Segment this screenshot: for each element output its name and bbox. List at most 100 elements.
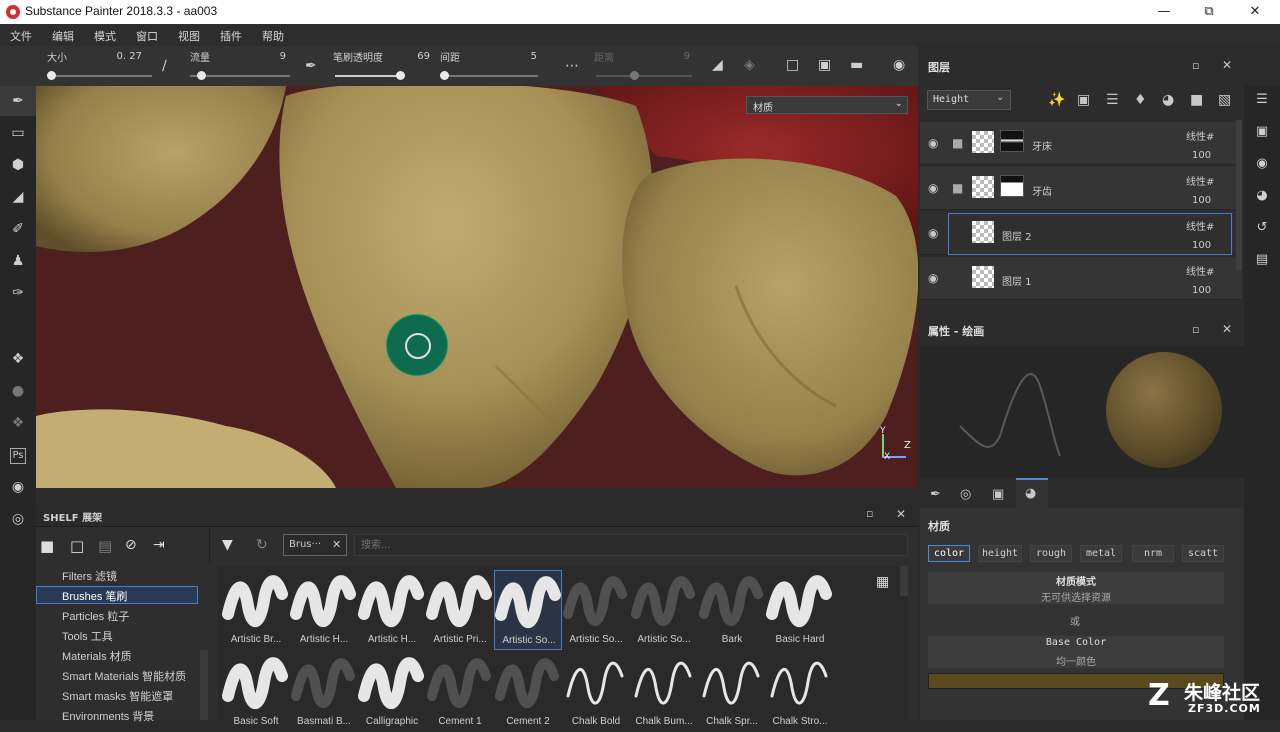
channel-toggle-color[interactable]: color <box>928 545 970 562</box>
visibility-eye-icon[interactable]: ◉ <box>928 226 938 240</box>
bell-icon[interactable]: ● <box>8 381 28 401</box>
texture-set-icon[interactable]: ▣ <box>1254 124 1270 140</box>
size-slider-knob[interactable] <box>47 71 56 80</box>
eraser-icon[interactable]: ▭ <box>8 123 28 143</box>
channel-toggle-height[interactable]: height <box>978 545 1022 562</box>
pen-pressure-icon[interactable]: ∕ <box>162 58 167 74</box>
layer-opacity[interactable]: 100 <box>1192 240 1211 251</box>
brush-preset-item[interactable]: Chalk Stro... <box>766 652 834 732</box>
channel-toggle-metal[interactable]: metal <box>1080 545 1122 562</box>
spacing-value[interactable]: 5 <box>505 51 537 62</box>
brush-preset-item[interactable]: Chalk Bold <box>562 652 630 732</box>
flow-slider-knob[interactable] <box>197 71 206 80</box>
shelf-category-tools[interactable]: Tools 工具 <box>62 628 113 644</box>
properties-undock-icon[interactable]: ▫ <box>1192 323 1199 336</box>
log-icon[interactable]: ▤ <box>1254 252 1270 268</box>
layers-scrollbar[interactable] <box>1236 120 1242 270</box>
layer-row[interactable]: ◉ ■ 牙床 线性# 100 <box>920 122 1242 165</box>
brush-preset-item[interactable]: Basmati B... <box>290 652 358 732</box>
material-display-select[interactable]: 材质 ⌄ <box>746 96 908 114</box>
properties-close-icon[interactable]: ✕ <box>1222 322 1232 336</box>
add-effect-icon[interactable]: ✨ <box>1048 92 1065 108</box>
cube-view-icon[interactable]: ▣ <box>818 57 831 73</box>
brush-preset-item[interactable]: Artistic H... <box>358 570 426 650</box>
close-icon[interactable]: ✕ <box>1245 3 1265 21</box>
menu-plugins[interactable]: 插件 <box>220 28 242 44</box>
polygon-fill-icon[interactable]: ◢ <box>8 187 28 207</box>
layer-row-selected[interactable]: ◉ 图层 2 线性# 100 <box>920 212 1242 255</box>
projection-icon[interactable]: ⬢ <box>8 155 28 175</box>
restore-icon[interactable]: ⧉ <box>1199 3 1219 21</box>
brush-preset-item[interactable]: Bark <box>698 570 766 650</box>
add-paint-layer-icon[interactable]: ♦ <box>1134 92 1147 108</box>
brush-properties-icon[interactable]: ✒ <box>930 487 941 502</box>
brush-opacity-icon[interactable]: ✒ <box>305 58 317 74</box>
category-scrollbar[interactable] <box>200 650 208 720</box>
layer-row[interactable]: ◉ 图层 1 线性# 100 <box>920 257 1242 300</box>
shelf-category-materials[interactable]: Materials 材质 <box>62 648 132 664</box>
shelf-category-brushes[interactable]: Brushes 笔刷 <box>62 588 127 604</box>
display-settings-icon[interactable]: ◉ <box>1254 156 1270 172</box>
stroke-opacity-slider-knob[interactable] <box>396 71 405 80</box>
menu-file[interactable]: 文件 <box>10 28 32 44</box>
camera-mode-icon[interactable]: □ <box>786 57 799 73</box>
video-camera-icon[interactable]: ▬ <box>850 57 863 73</box>
menu-window[interactable]: 窗口 <box>136 28 158 44</box>
visibility-eye-icon[interactable]: ◉ <box>928 181 938 195</box>
visibility-eye-icon[interactable]: ◉ <box>928 136 938 150</box>
delete-layer-icon[interactable]: ▧ <box>1218 92 1231 108</box>
symmetry-icon[interactable]: ◢ <box>712 57 723 73</box>
alpha-icon[interactable]: ◎ <box>960 487 971 502</box>
channel-toggle-rough[interactable]: rough <box>1030 545 1072 562</box>
photoshop-icon[interactable]: Ps <box>10 448 26 464</box>
channel-toggle-nrm[interactable]: nrm <box>1132 545 1174 562</box>
layers-undock-icon[interactable]: ▫ <box>1192 59 1199 72</box>
size-slider-track[interactable] <box>50 75 152 77</box>
clone-stamp-icon[interactable]: ♟ <box>8 251 28 271</box>
blend-mode[interactable]: 线性# <box>1186 173 1214 188</box>
add-fill-layer-icon[interactable]: ☰ <box>1106 92 1119 108</box>
undock-icon[interactable]: ▫ <box>866 507 873 520</box>
size-value[interactable]: 0. 27 <box>100 51 142 62</box>
grid-view-icon[interactable]: ▦ <box>876 574 889 590</box>
spacing-slider-track[interactable] <box>442 75 538 77</box>
layer-opacity[interactable]: 100 <box>1192 150 1211 161</box>
channel-toggle-scatt[interactable]: scatt <box>1182 545 1224 562</box>
brush-preset-item[interactable]: Artistic So... <box>562 570 630 650</box>
smudge-icon[interactable]: ✐ <box>8 219 28 239</box>
shelf-category-environments[interactable]: Environments 背景 <box>62 708 154 724</box>
filter-icon[interactable]: ▼ <box>222 537 233 553</box>
base-color-box[interactable]: Base Color 均一颜色 <box>928 636 1224 668</box>
material-tab[interactable]: ◕ <box>1016 478 1048 508</box>
menu-help[interactable]: 帮助 <box>262 28 284 44</box>
shelf-category-filters[interactable]: Filters 滤镜 <box>62 568 117 584</box>
layer-opacity[interactable]: 100 <box>1192 195 1211 206</box>
add-mask-icon[interactable]: ▣ <box>1077 92 1090 108</box>
resource-updater-icon[interactable]: ◉ <box>8 477 28 497</box>
brush-preset-item[interactable]: Chalk Spr... <box>698 652 766 732</box>
layer-opacity[interactable]: 100 <box>1192 285 1211 296</box>
add-smart-material-icon[interactable]: ◕ <box>1162 92 1174 108</box>
symmetry-settings-icon[interactable]: ◈ <box>744 57 755 73</box>
shelf-close-icon[interactable]: ✕ <box>896 507 906 521</box>
shelf-category-smart-materials[interactable]: Smart Materials 智能材质 <box>62 668 186 684</box>
layers-close-icon[interactable]: ✕ <box>1222 58 1232 72</box>
blend-mode[interactable]: 线性# <box>1186 218 1214 233</box>
channel-select[interactable]: Height ⌄ <box>927 90 1011 110</box>
settings-ring-icon[interactable]: ◎ <box>8 509 28 529</box>
brush-preset-item[interactable]: Cement 1 <box>426 652 494 732</box>
add-folder-icon[interactable]: ■ <box>1190 92 1203 108</box>
lazy-mouse-icon[interactable]: ⋯ <box>565 58 579 74</box>
viewer-icon[interactable]: ◕ <box>1254 188 1270 204</box>
brush-preset-item[interactable]: Cement 2 <box>494 652 562 732</box>
brush-grid-scrollbar[interactable] <box>900 566 908 596</box>
filter-tag[interactable]: Brus··· ✕ <box>283 534 347 556</box>
brush-preset-item[interactable]: Basic Soft <box>222 652 290 732</box>
blend-mode[interactable]: 线性# <box>1186 263 1214 278</box>
menu-mode[interactable]: 模式 <box>94 28 116 44</box>
brush-preset-item[interactable]: Chalk Bum... <box>630 652 698 732</box>
brush-preset-item[interactable]: Artistic So... <box>630 570 698 650</box>
minimize-icon[interactable]: — <box>1154 3 1174 21</box>
brush-preset-item[interactable]: Artistic So... <box>494 570 562 650</box>
layers-dock-icon[interactable]: ☰ <box>1254 92 1270 108</box>
